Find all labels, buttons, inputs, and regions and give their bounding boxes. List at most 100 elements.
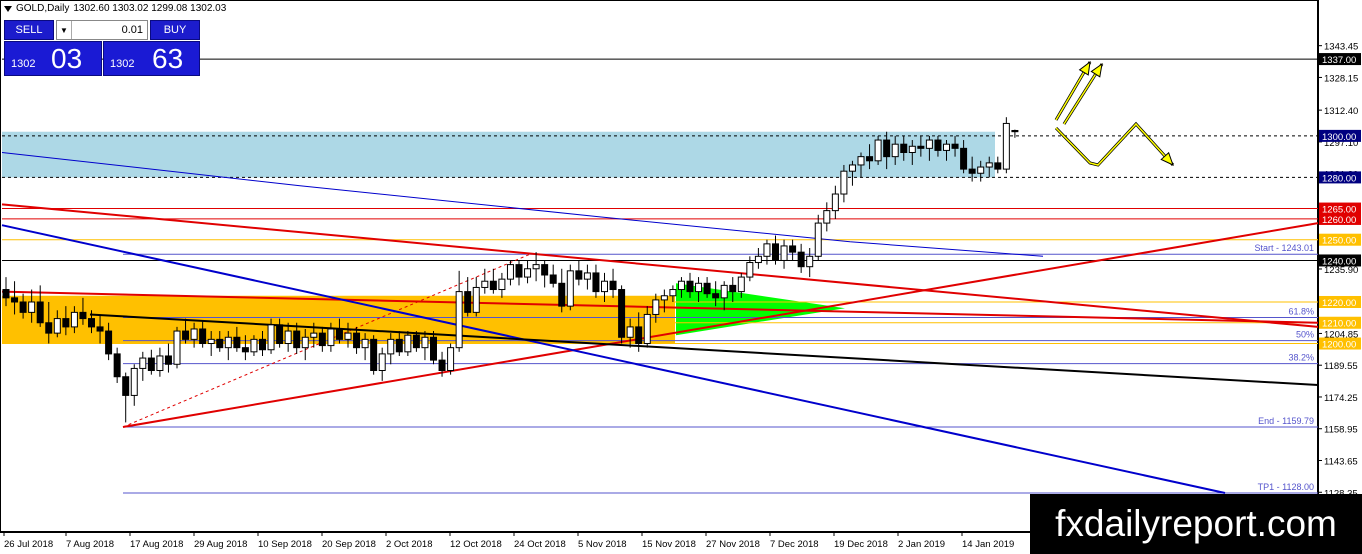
candle-body xyxy=(951,143,959,149)
candle-body xyxy=(113,353,121,378)
candle-body xyxy=(1011,129,1019,133)
time-tick-label: 15 Nov 2018 xyxy=(642,539,696,550)
candle-body xyxy=(62,318,70,328)
candle-body xyxy=(848,164,856,172)
candle-body xyxy=(669,289,677,297)
candle-body xyxy=(455,291,463,349)
candle-body xyxy=(883,139,891,158)
sell-price-box[interactable]: 1302 03 xyxy=(4,41,102,76)
time-tick-label: 2 Jan 2019 xyxy=(898,539,945,550)
time-tick-label: 10 Sep 2018 xyxy=(258,539,312,550)
candle-body xyxy=(156,355,164,372)
candle-body xyxy=(139,357,147,369)
price-tick-label: 1174.25 xyxy=(1324,393,1358,404)
candle-body xyxy=(618,289,626,338)
candle-body xyxy=(438,359,446,372)
lot-size-value[interactable]: 0.01 xyxy=(72,24,147,36)
candle-body xyxy=(45,322,53,334)
candle-body xyxy=(1002,122,1010,170)
candle-body xyxy=(2,289,10,299)
time-tick-label: 7 Aug 2018 xyxy=(66,539,114,550)
candle-body xyxy=(182,330,190,340)
level-price-tag-label: 1240.00 xyxy=(1322,256,1356,267)
sell-price-pips: 03 xyxy=(51,43,83,74)
candle-body xyxy=(11,297,19,303)
symbol-header: GOLD,Daily 1302.60 1303.02 1299.08 1302.… xyxy=(4,3,226,14)
candle-body xyxy=(908,145,916,153)
time-tick-label: 20 Sep 2018 xyxy=(322,539,376,550)
candle-body xyxy=(660,295,668,301)
level-price-tag-label: 1337.00 xyxy=(1322,55,1356,66)
candle-body xyxy=(370,338,378,372)
candle-body xyxy=(506,264,514,280)
candle-body xyxy=(19,301,27,313)
buy-button[interactable]: BUY xyxy=(150,20,200,40)
buy-price-prefix: 1302 xyxy=(110,58,135,70)
price-tick-label: 1143.65 xyxy=(1324,457,1358,468)
candle-body xyxy=(549,274,557,284)
candle-body xyxy=(387,338,395,355)
candle-body xyxy=(344,332,352,340)
candle-body xyxy=(207,338,215,345)
candle-body xyxy=(840,170,848,195)
sell-button[interactable]: SELL xyxy=(4,20,54,40)
candle-body xyxy=(968,168,976,174)
candle-body xyxy=(70,311,78,328)
candle-body xyxy=(780,245,788,261)
candle-body xyxy=(310,332,318,338)
fib-label: TP1 - 1128.00 xyxy=(1258,482,1314,492)
candle-body xyxy=(643,313,651,345)
candle-body xyxy=(695,282,703,293)
candle-body xyxy=(498,278,506,291)
fib-label: 61.8% xyxy=(1288,307,1314,317)
candle-body xyxy=(53,318,61,334)
candle-body xyxy=(677,280,685,291)
candle-body xyxy=(729,284,737,293)
price-tick-label: 1158.95 xyxy=(1324,425,1358,436)
candle-body xyxy=(267,324,275,351)
chart-area: Start - 1243.01 61.8% 50% 38.2% End - 1159.7… xyxy=(0,0,1362,554)
candle-body xyxy=(823,210,831,224)
candle-body xyxy=(79,311,87,320)
candle-body xyxy=(746,262,754,278)
lot-size-input[interactable]: ▼ 0.01 xyxy=(56,20,148,40)
candle-body xyxy=(601,280,608,293)
candle-body xyxy=(164,355,172,365)
level-price-tag-label: 1260.00 xyxy=(1322,215,1356,226)
candle-body xyxy=(259,338,266,351)
candle-body xyxy=(353,332,361,349)
candle-body xyxy=(566,270,574,307)
price-tick-label: 1312.40 xyxy=(1324,106,1358,117)
dropdown-triangle-icon xyxy=(4,5,12,12)
candle-body xyxy=(917,145,925,149)
candle-body xyxy=(430,336,437,361)
candle-body xyxy=(985,162,993,168)
candle-body xyxy=(891,143,899,158)
candle-body xyxy=(395,338,403,353)
candle-body xyxy=(575,270,583,280)
candle-body xyxy=(293,330,301,349)
candle-body xyxy=(122,376,130,396)
candle-body xyxy=(635,326,643,345)
buy-price-box[interactable]: 1302 63 xyxy=(103,41,200,76)
candle-body xyxy=(652,299,660,315)
candle-body xyxy=(276,324,284,345)
candle-body xyxy=(592,272,600,293)
candle-body xyxy=(754,255,762,264)
candle-body xyxy=(421,336,429,349)
candle-body xyxy=(994,162,1002,170)
lot-decrease-icon[interactable]: ▼ xyxy=(57,21,72,39)
candle-body xyxy=(960,147,968,170)
candle-body xyxy=(806,255,814,268)
candle-body xyxy=(284,330,292,345)
candle-body xyxy=(583,272,591,280)
candle-body xyxy=(609,280,617,291)
candle-body xyxy=(28,301,36,313)
candle-body xyxy=(105,330,113,355)
candle-body xyxy=(327,328,335,347)
candle-body xyxy=(335,328,343,340)
candle-body xyxy=(626,326,634,338)
candle-body xyxy=(934,139,942,151)
candle-body xyxy=(147,357,155,372)
one-click-trading-panel: SELL ▼ 0.01 BUY 1302 03 1302 63 xyxy=(4,20,200,76)
